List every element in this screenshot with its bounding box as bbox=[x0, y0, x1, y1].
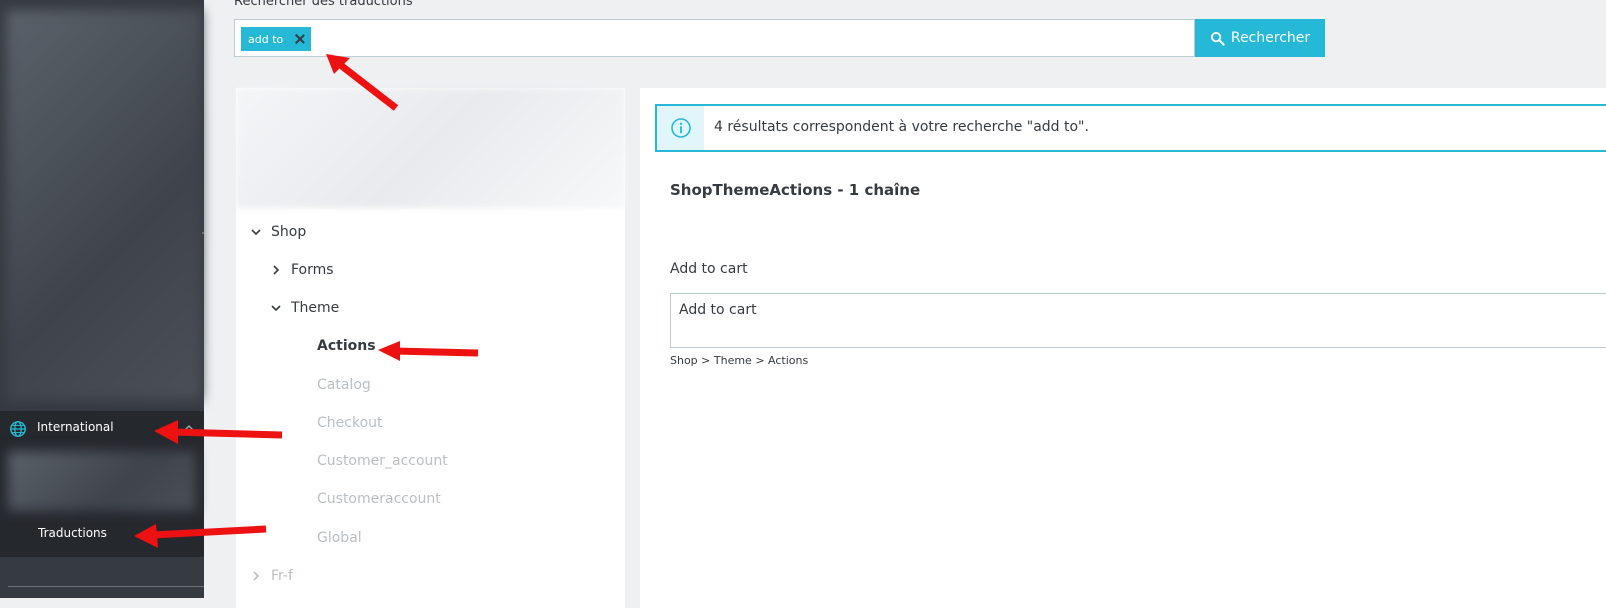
search-button[interactable]: Rechercher bbox=[1195, 19, 1325, 57]
tree-node-label: Forms bbox=[291, 262, 334, 278]
sidebar-divider bbox=[8, 586, 204, 587]
tree-node-forms[interactable]: Forms bbox=[271, 262, 334, 278]
tree-node-fr[interactable]: Fr-f bbox=[251, 568, 293, 584]
chevron-down-icon bbox=[271, 305, 281, 312]
close-icon[interactable] bbox=[295, 34, 305, 44]
tree-node-shop[interactable]: Shop bbox=[251, 224, 306, 240]
tree-leaf-catalog[interactable]: Catalog bbox=[317, 377, 371, 393]
info-icon-box bbox=[657, 106, 704, 150]
tree-node-theme[interactable]: Theme bbox=[271, 300, 339, 316]
info-alert-text: 4 résultats correspondent à votre recher… bbox=[714, 119, 1089, 135]
sidebar: International Traductions bbox=[0, 0, 204, 598]
tree-node-label: Fr-f bbox=[271, 568, 293, 584]
chevron-right-icon bbox=[273, 265, 280, 275]
chevron-up-icon[interactable] bbox=[182, 422, 196, 434]
chevron-down-icon bbox=[251, 229, 261, 236]
blurred-menu-area bbox=[6, 10, 202, 400]
search-button-label: Rechercher bbox=[1230, 30, 1311, 46]
translation-field[interactable]: Add to cart bbox=[670, 293, 1606, 348]
tree-node-label: Shop bbox=[271, 224, 307, 240]
sidebar-item-international[interactable]: International bbox=[0, 411, 204, 447]
search-icon bbox=[1210, 31, 1225, 46]
search-tag-label: add to bbox=[248, 32, 284, 46]
translation-path: Shop > Theme > Actions bbox=[670, 354, 809, 367]
results-panel: 4 résultats correspondent à votre recher… bbox=[640, 88, 1606, 608]
tree-leaf-checkout[interactable]: Checkout bbox=[317, 415, 383, 431]
sidebar-item-label: International bbox=[37, 420, 114, 434]
search-input[interactable]: add to bbox=[234, 19, 1195, 57]
sidebar-item-translations[interactable]: Traductions bbox=[38, 526, 107, 540]
chevron-right-icon bbox=[253, 571, 260, 581]
info-icon bbox=[670, 118, 691, 138]
info-alert: 4 résultats correspondent à votre recher… bbox=[655, 104, 1606, 152]
tree-leaf-actions[interactable]: Actions bbox=[317, 338, 376, 354]
international-submenu: Traductions bbox=[0, 447, 204, 557]
search-label: Rechercher des traductions bbox=[234, 0, 413, 9]
translation-tree: Shop Forms Theme Actions Catalog Checkou… bbox=[236, 88, 625, 608]
globe-icon bbox=[10, 421, 26, 437]
domain-title: ShopThemeActions - 1 chaîne bbox=[670, 181, 921, 199]
tree-leaf-customer-account[interactable]: Customer_account bbox=[317, 453, 448, 469]
blurred-tree-header bbox=[236, 88, 625, 208]
tree-leaf-customeraccount[interactable]: Customeraccount bbox=[317, 491, 441, 507]
search-tag: add to bbox=[241, 27, 312, 51]
tree-leaf-global[interactable]: Global bbox=[317, 530, 362, 546]
sidebar-edge-mark bbox=[202, 232, 204, 234]
source-string-label: Add to cart bbox=[670, 261, 748, 277]
blurred-submenu-items bbox=[8, 451, 196, 511]
tree-node-label: Theme bbox=[291, 300, 340, 316]
